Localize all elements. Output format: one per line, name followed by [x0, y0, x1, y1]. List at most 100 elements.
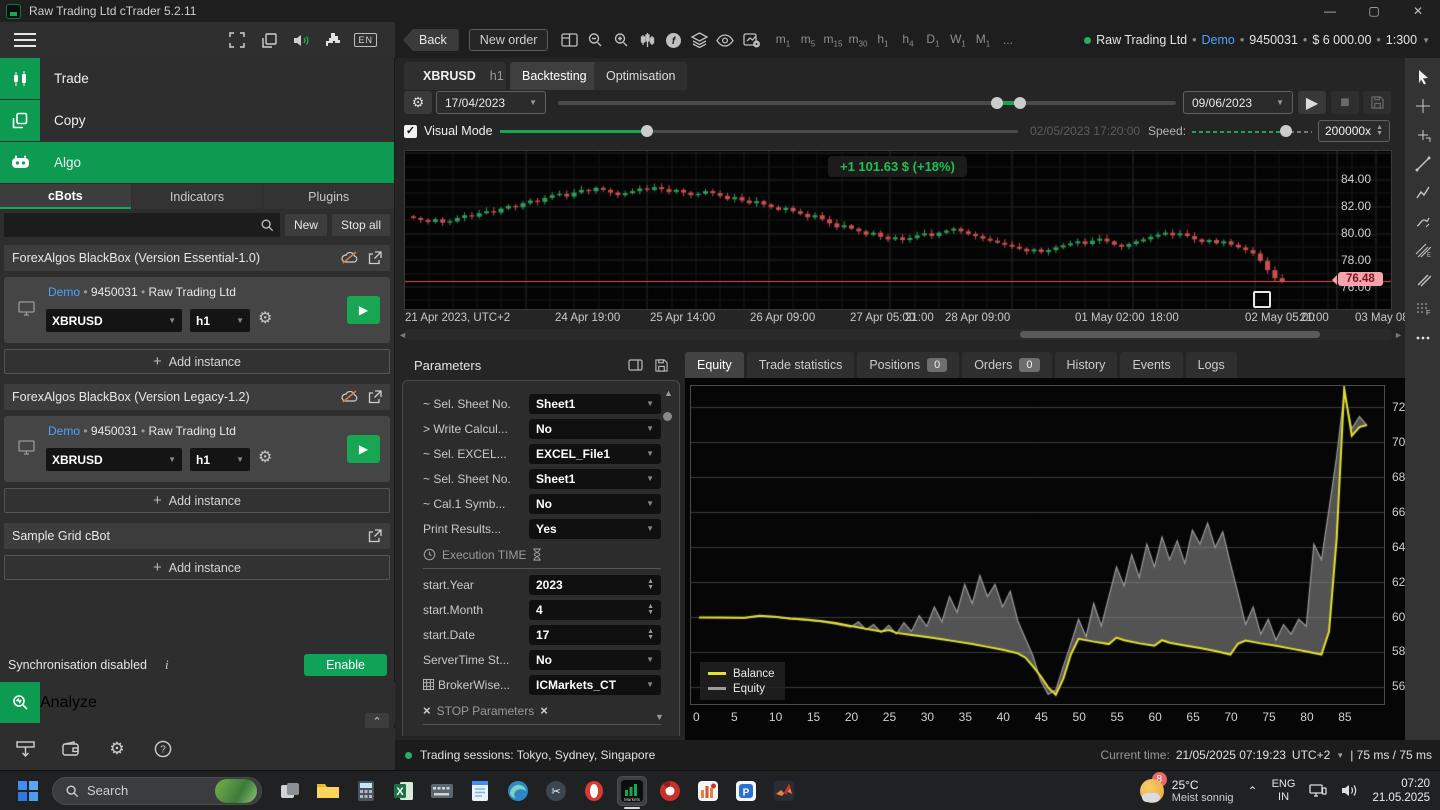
- timeframe-m30[interactable]: m30: [845, 32, 870, 48]
- plugins-icon[interactable]: [322, 31, 344, 49]
- instance-card[interactable]: Demo • 9450031 • Raw Trading Ltd XBRUSD ▼ h…: [4, 277, 390, 343]
- fullscreen-icon[interactable]: [226, 31, 248, 49]
- add-instance-button[interactable]: + Add instance: [4, 488, 390, 513]
- opera-app-icon[interactable]: [580, 777, 608, 805]
- instance-settings-icon[interactable]: ⚙: [258, 447, 272, 467]
- tab-trade-statistics[interactable]: Trade statistics: [746, 352, 855, 378]
- visibility-icon[interactable]: [712, 28, 738, 52]
- timeframe-D1[interactable]: D1: [920, 32, 945, 48]
- timeframe-M1[interactable]: M1: [970, 32, 995, 48]
- polyline-tool-icon[interactable]: [1412, 184, 1434, 202]
- start-button[interactable]: [16, 779, 40, 803]
- end-date-picker[interactable]: 09/06/2023 ▼: [1183, 91, 1293, 114]
- chart-layout-icon[interactable]: [556, 28, 582, 52]
- param-dropdown[interactable]: EXCEL_File1 ▼: [529, 443, 661, 464]
- snipping-tool-app-icon[interactable]: ✂: [542, 777, 570, 805]
- tab-backtesting[interactable]: Backtesting: [510, 62, 599, 90]
- language-badge[interactable]: EN: [354, 33, 377, 47]
- param-scrollbar-thumb[interactable]: [663, 412, 672, 421]
- p-app-app-icon[interactable]: P: [732, 777, 760, 805]
- tab-optimisation[interactable]: Optimisation: [594, 62, 688, 90]
- minimize-button[interactable]: —: [1308, 0, 1352, 22]
- save-results-button[interactable]: [1363, 91, 1391, 114]
- stepper-arrows-icon[interactable]: ▲ ▼: [647, 578, 654, 591]
- more-timeframes-button[interactable]: ...: [995, 33, 1020, 47]
- help-icon[interactable]: ?: [152, 740, 174, 758]
- wallet-icon[interactable]: [60, 740, 82, 758]
- parallel-lines-tool-icon[interactable]: [1412, 271, 1434, 289]
- file-explorer-app-icon[interactable]: [314, 777, 342, 805]
- visual-slider-handle[interactable]: [641, 125, 653, 137]
- tab-plugins[interactable]: Plugins: [263, 184, 395, 209]
- tab-history[interactable]: History: [1054, 352, 1118, 378]
- task-view-app-icon[interactable]: [276, 777, 304, 805]
- scroll-left-icon[interactable]: ◄: [398, 330, 407, 340]
- taskbar-search[interactable]: Search: [52, 776, 262, 805]
- symbol-select[interactable]: XBRUSD ▼: [46, 448, 182, 471]
- tab-logs[interactable]: Logs: [1185, 352, 1237, 378]
- sound-icon[interactable]: [290, 31, 312, 49]
- settings-icon[interactable]: ⚙: [106, 739, 128, 758]
- ctrader-app-icon[interactable]: Markets: [618, 776, 646, 809]
- zoom-out-icon[interactable]: [582, 28, 608, 52]
- tray-chevron-icon[interactable]: ⌃: [1248, 784, 1258, 798]
- brush-tool-icon[interactable]: [1412, 213, 1434, 231]
- chart-settings-icon[interactable]: [738, 28, 764, 52]
- share-icon[interactable]: [368, 529, 382, 543]
- run-instance-button[interactable]: ▶: [347, 435, 380, 463]
- param-dropdown[interactable]: No ▼: [529, 649, 661, 670]
- zoom-in-icon[interactable]: [608, 28, 634, 52]
- scroll-right-icon[interactable]: ►: [1394, 330, 1403, 340]
- excel-app-icon[interactable]: X: [390, 777, 418, 805]
- crosshair-tool-icon[interactable]: [1412, 97, 1434, 115]
- tab-equity[interactable]: Equity: [685, 352, 744, 378]
- touch-keyboard-app-icon[interactable]: [428, 777, 456, 805]
- opera-gx-app-icon[interactable]: [656, 777, 684, 805]
- scroll-up-icon[interactable]: ▲: [664, 388, 673, 398]
- run-instance-button[interactable]: ▶: [347, 296, 380, 324]
- sidebar-item-copy[interactable]: Copy: [0, 100, 394, 141]
- stepper-arrows-icon[interactable]: ▲ ▼: [647, 603, 654, 616]
- start-backtest-button[interactable]: ▶: [1298, 91, 1326, 114]
- new-cbot-button[interactable]: New: [284, 214, 327, 236]
- edge-app-icon[interactable]: [504, 777, 532, 805]
- param-spinner[interactable]: 17 ▲ ▼: [529, 624, 661, 645]
- cloud-off-icon[interactable]: [341, 390, 358, 403]
- instance-settings-icon[interactable]: ⚙: [258, 308, 272, 328]
- crosshair-small-tool-icon[interactable]: [1412, 126, 1434, 144]
- share-icon[interactable]: [368, 390, 382, 404]
- stepper-arrows-icon[interactable]: ▲ ▼: [1376, 124, 1383, 137]
- tab-events[interactable]: Events: [1120, 352, 1183, 378]
- stop-all-button[interactable]: Stop all: [331, 214, 390, 236]
- add-instance-button[interactable]: + Add instance: [4, 349, 390, 374]
- param-spinner[interactable]: 2023 ▲ ▼: [529, 574, 661, 595]
- timeframe-h1[interactable]: h1: [870, 32, 895, 48]
- pointer-tool-icon[interactable]: [1412, 68, 1434, 86]
- range-end-handle[interactable]: [1014, 97, 1026, 109]
- param-dropdown[interactable]: No ▼: [529, 493, 661, 514]
- panel-toggle-icon[interactable]: [628, 358, 643, 371]
- timeframe-h4[interactable]: h4: [895, 32, 920, 48]
- close-button[interactable]: ✕: [1396, 0, 1440, 22]
- tab-symbol[interactable]: XBRUSD h1: [404, 62, 506, 90]
- back-button[interactable]: Back: [403, 29, 459, 51]
- tab-positions[interactable]: Positions 0: [857, 352, 960, 378]
- calculator-app-icon[interactable]: [352, 777, 380, 805]
- save-params-icon[interactable]: [655, 358, 668, 372]
- objects-icon[interactable]: [686, 28, 712, 52]
- backtest-range-slider[interactable]: [558, 101, 1176, 105]
- speed-slider[interactable]: [1192, 131, 1288, 133]
- sidebar-item-trade[interactable]: Trade: [0, 58, 394, 99]
- timeframe-W1[interactable]: W1: [945, 32, 970, 48]
- notepad-app-icon[interactable]: [466, 777, 494, 805]
- maximize-button[interactable]: ▢: [1352, 0, 1396, 22]
- chart-type-icon[interactable]: [634, 28, 660, 52]
- backtest-settings-button[interactable]: ⚙: [404, 91, 432, 114]
- param-dropdown[interactable]: ICMarkets_CT ▼: [529, 674, 661, 695]
- start-date-picker[interactable]: 17/04/2023 ▼: [436, 91, 546, 114]
- speed-value-stepper[interactable]: 200000x ▲ ▼: [1318, 120, 1390, 142]
- tab-indicators[interactable]: Indicators: [131, 184, 263, 209]
- info-icon[interactable]: i: [165, 657, 169, 673]
- cbot-header[interactable]: ForexAlgos BlackBox (Version Essential-1…: [4, 245, 390, 271]
- timezone[interactable]: UTC+2: [1292, 748, 1330, 762]
